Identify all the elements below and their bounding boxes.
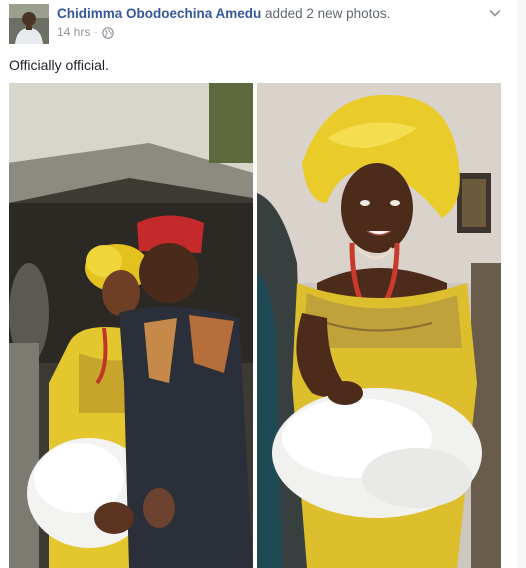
post-card: Chidimma Obodoechina Amedu added 2 new p… bbox=[0, 0, 518, 568]
post-header: Chidimma Obodoechina Amedu added 2 new p… bbox=[57, 5, 390, 22]
globe-icon[interactable] bbox=[101, 26, 114, 39]
author-name-link[interactable]: Chidimma Obodoechina Amedu bbox=[57, 6, 261, 21]
page-scroll-rail bbox=[517, 0, 526, 568]
meta-separator: · bbox=[94, 27, 98, 38]
post-caption: Officially official. bbox=[9, 57, 109, 73]
chevron-down-icon[interactable] bbox=[488, 6, 502, 20]
author-avatar[interactable] bbox=[9, 4, 49, 44]
post-action-text: added 2 new photos. bbox=[265, 6, 391, 21]
post-meta: 14 hrs · bbox=[57, 25, 114, 40]
photo-bride[interactable] bbox=[257, 83, 501, 568]
photo-couple[interactable] bbox=[9, 83, 253, 568]
post-timestamp-link[interactable]: 14 hrs bbox=[57, 25, 90, 40]
